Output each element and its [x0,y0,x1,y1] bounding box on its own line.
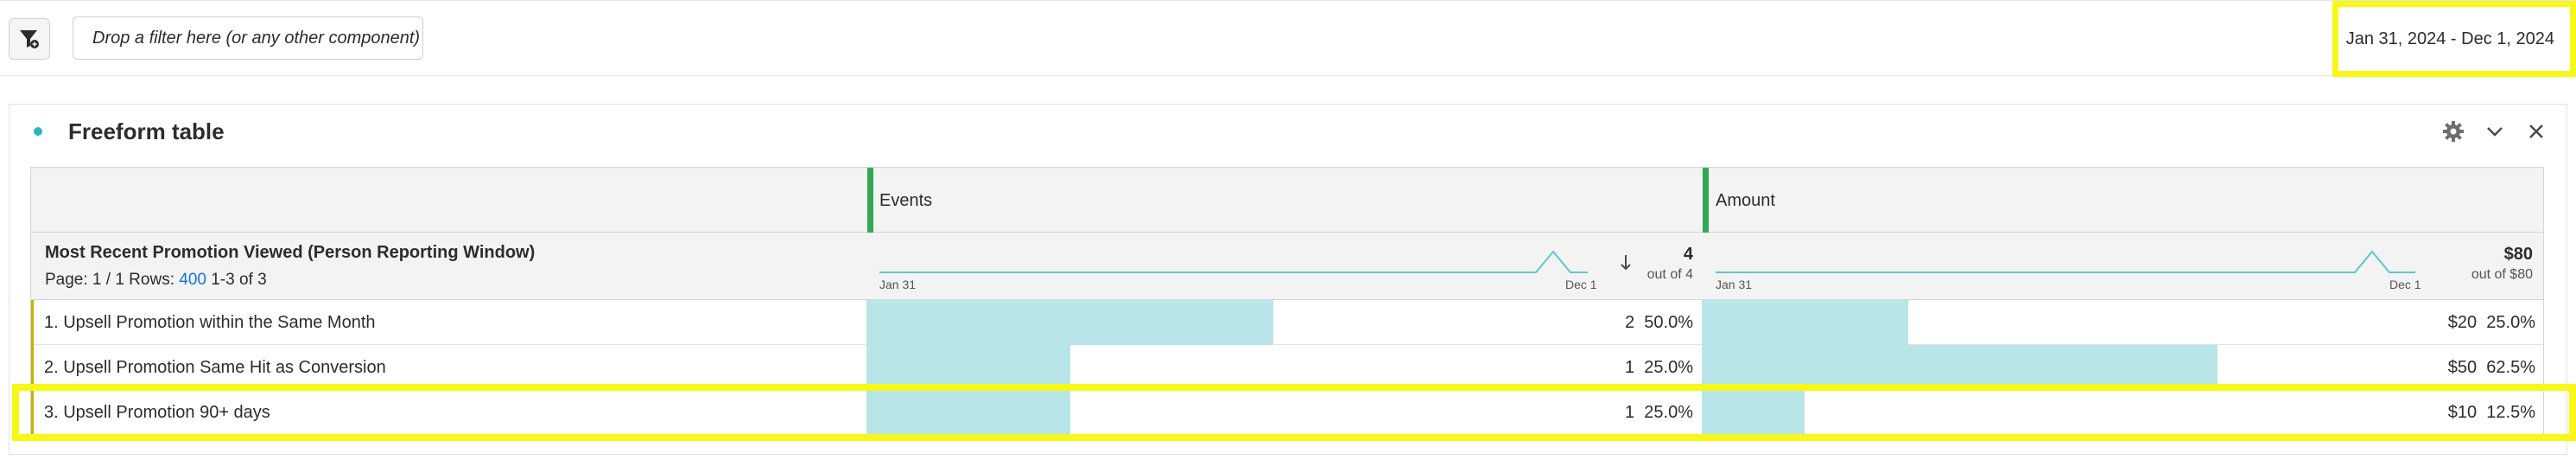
sparkline-end-label: Dec 1 [1565,278,1597,291]
gear-icon[interactable] [2440,118,2466,144]
column-drag-handle[interactable] [1703,168,1709,233]
filter-button[interactable] [9,18,50,60]
events-cell: 2 50.0% [866,300,1693,345]
amount-percent: 25.0% [2486,312,2535,332]
rows-per-page-select[interactable]: 400 [179,271,206,289]
column-header-amount[interactable]: Amount [1716,168,1775,233]
column-header-events[interactable]: Events [879,168,932,233]
events-total: 4 [1683,245,1693,264]
close-icon[interactable] [2523,118,2549,144]
metric-header-row: Events Amount [30,167,2544,233]
row-label[interactable]: 3. Upsell Promotion 90+ days [44,390,270,435]
sparkline-start-label: Jan 31 [879,278,917,291]
panel-title: Freeform table [68,118,225,144]
amount-sparkline [1716,250,2415,273]
sparkline-start-label: Jan 31 [1716,278,1753,291]
amount-value: $50 [2447,357,2478,377]
panel-status-dot [34,127,42,136]
amount-value: $20 [2447,312,2478,332]
table-row[interactable]: 1. Upsell Promotion within the Same Mont… [30,300,2544,345]
column-divider [2543,167,2544,435]
row-label[interactable]: 1. Upsell Promotion within the Same Mont… [44,300,376,345]
amount-percent: 62.5% [2486,357,2535,377]
dimension-header[interactable]: Most Recent Promotion Viewed (Person Rep… [45,243,535,263]
table-row[interactable]: 2. Upsell Promotion Same Hit as Conversi… [30,345,2544,390]
top-toolbar: Drop a filter here (or any other compone… [0,0,2576,77]
events-total-sub: out of 4 [1646,267,1693,282]
summary-row: Most Recent Promotion Viewed (Person Rep… [30,233,2544,300]
dropzone-text: Drop a filter here (or any other compone… [92,28,421,48]
panel-actions [2440,118,2549,144]
amount-cell: $20 25.0% [1702,300,2535,345]
column-divider [30,167,31,435]
amount-total-sub: out of $80 [2471,267,2533,282]
table-body: 1. Upsell Promotion within the Same Mont… [30,300,2544,435]
filter-add-icon [20,30,39,48]
date-range-text: Jan 31, 2024 - Dec 1, 2024 [2345,29,2554,48]
events-sparkline [879,250,1588,273]
events-percent: 25.0% [1644,357,1693,377]
events-value: 1 [1625,357,1635,377]
freeform-panel: Freeform table Events Amount Most Recent… [9,104,2567,455]
chevron-down-icon[interactable] [2482,118,2508,144]
events-percent: 25.0% [1644,402,1693,422]
events-value: 2 [1625,312,1635,332]
amount-total: $80 [2503,245,2533,264]
row-range: 1-3 of 3 [211,271,267,289]
events-value: 1 [1625,402,1635,422]
filter-dropzone[interactable]: Drop a filter here (or any other compone… [73,16,423,60]
events-cell: 1 25.0% [866,390,1693,435]
column-header-label: Amount [1716,190,1775,210]
date-range-picker[interactable]: Jan 31, 2024 - Dec 1, 2024 [2332,1,2576,77]
table-row[interactable]: 3. Upsell Promotion 90+ days 1 25.0% $10… [30,390,2544,435]
pager-prefix: Page: 1 / 1 Rows: [45,271,174,289]
column-header-label: Events [879,190,933,210]
amount-cell: $50 62.5% [1702,345,2535,390]
amount-cell: $10 12.5% [1702,390,2535,435]
row-label[interactable]: 2. Upsell Promotion Same Hit as Conversi… [44,345,386,390]
events-cell: 1 25.0% [866,345,1693,390]
amount-percent: 12.5% [2486,402,2535,422]
pager: Page: 1 / 1 Rows: 400 1-3 of 3 [45,271,267,290]
events-percent: 50.0% [1644,312,1693,332]
column-drag-handle[interactable] [867,168,873,233]
amount-value: $10 [2447,402,2478,422]
